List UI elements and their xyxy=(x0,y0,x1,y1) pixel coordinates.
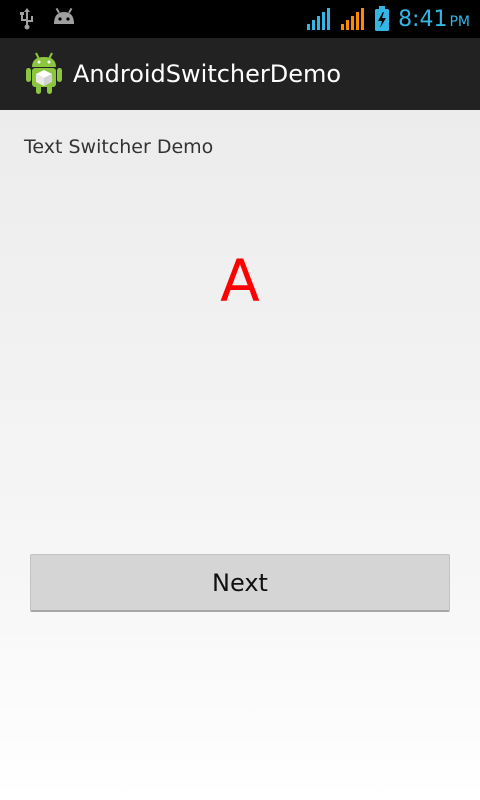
battery-charging-icon xyxy=(374,6,390,36)
signal-icon xyxy=(306,7,332,35)
clock-time: 8:41 xyxy=(398,7,448,32)
clock: 8:41 PM xyxy=(398,7,470,35)
usb-icon xyxy=(18,8,36,34)
page-heading: Text Switcher Demo xyxy=(24,136,214,158)
system-icons: 8:41 PM xyxy=(306,6,470,36)
next-button[interactable]: Next xyxy=(30,554,450,612)
signal-icon xyxy=(340,7,366,35)
notification-icons xyxy=(18,7,76,34)
clock-ampm: PM xyxy=(449,14,470,30)
app-launcher-icon[interactable] xyxy=(22,51,66,95)
android-notification-icon xyxy=(52,7,76,34)
app-title: AndroidSwitcherDemo xyxy=(73,60,342,88)
status-bar: 8:41 PM xyxy=(0,0,480,38)
text-switcher: A xyxy=(220,247,260,315)
main-content: Text Switcher Demo A Next xyxy=(0,110,480,800)
action-bar: AndroidSwitcherDemo xyxy=(0,38,480,110)
